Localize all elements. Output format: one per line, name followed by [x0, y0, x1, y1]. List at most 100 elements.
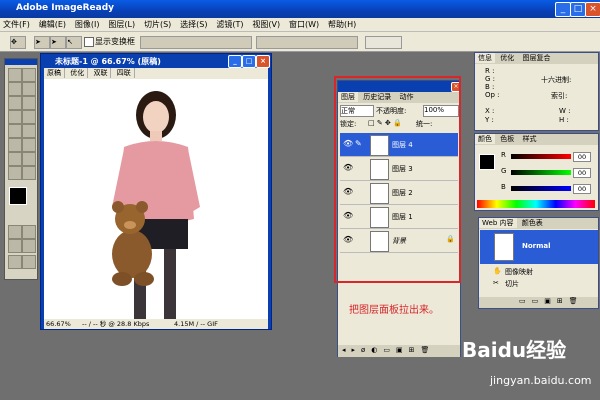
color-panel-tabs: 颜色 色板 样式 — [475, 134, 598, 145]
doc-maximize-button[interactable]: □ — [242, 55, 256, 68]
text-tool-icon[interactable] — [8, 138, 22, 152]
tab-2-up[interactable]: 双联 — [90, 68, 112, 78]
web-content-state: Normal — [522, 242, 551, 250]
jump-to-icon[interactable] — [8, 255, 22, 269]
screen-mode-icon[interactable] — [8, 239, 22, 253]
color-fg-swatch[interactable] — [479, 154, 495, 170]
maximize-button[interactable]: □ — [570, 2, 586, 17]
marquee-tool-icon[interactable] — [8, 68, 22, 82]
close-button[interactable]: × — [585, 2, 600, 17]
app-title: Adobe ImageReady — [16, 3, 115, 13]
eyedropper-tool-icon[interactable] — [8, 152, 22, 166]
tab-4-up[interactable]: 四联 — [114, 68, 135, 78]
tab-web-content[interactable]: Web 内容 — [479, 218, 517, 228]
menu-edit[interactable]: 编辑(E) — [36, 18, 69, 31]
slider-g[interactable] — [511, 170, 571, 175]
doc-close-button[interactable]: × — [256, 55, 270, 68]
menu-filter[interactable]: 滤镜(T) — [213, 18, 246, 31]
watermark-url: jingyan.baidu.com — [490, 374, 592, 387]
menu-bar: 文件(F) 编辑(E) 图像(I) 图层(L) 切片(S) 选择(S) 滤镜(T… — [0, 18, 600, 32]
info-panel-tabs: 信息 优化 图层复合 — [475, 53, 598, 64]
lasso-tool-icon[interactable] — [8, 82, 22, 96]
crop-tool-icon[interactable] — [8, 96, 22, 110]
options-bar: ✥ ➤ ➤ ↖ 显示变换框 — [0, 32, 600, 52]
menu-image[interactable]: 图像(I) — [72, 18, 103, 31]
browser-preview-icon[interactable] — [22, 239, 36, 253]
channel-label-g: G — [501, 167, 507, 175]
move-tool-icon[interactable] — [22, 68, 36, 82]
menu-window[interactable]: 窗口(W) — [286, 18, 322, 31]
annotation-text: 把图层面板拉出来。 — [349, 305, 439, 316]
document-window: 未标题-1 @ 66.67% (原稿) _ □ × 原稿 优化 双联 四联 66… — [40, 53, 272, 330]
web-content-selected-row[interactable]: Normal — [480, 230, 598, 264]
doc-minimize-button[interactable]: _ — [228, 55, 242, 68]
menu-view[interactable]: 视图(V) — [249, 18, 283, 31]
value-r[interactable]: 00 — [573, 152, 591, 162]
document-canvas[interactable] — [44, 79, 268, 319]
move-tool-icon[interactable]: ✥ — [10, 36, 26, 49]
info-label-x: X : — [485, 107, 495, 115]
highlight-box — [334, 76, 461, 283]
index-label: 索引: — [551, 92, 568, 100]
distribute-buttons[interactable] — [256, 36, 358, 49]
show-transform-checkbox[interactable] — [84, 37, 94, 47]
arrow-icon[interactable]: ➤ — [34, 36, 50, 49]
foreground-color-swatch[interactable] — [9, 187, 27, 205]
value-b[interactable]: 00 — [573, 184, 591, 194]
info-panel: 信息 优化 图层复合 R : G : B : Op : 十六进制: 索引: X … — [474, 52, 599, 131]
toggle-tool-icon[interactable] — [22, 166, 36, 180]
app-title-bar: Adobe ImageReady _ □ × — [0, 0, 600, 18]
tab-info[interactable]: 信息 — [475, 53, 495, 63]
menu-slice[interactable]: 切片(S) — [141, 18, 174, 31]
arrow-plus-icon[interactable]: ➤ — [50, 36, 66, 49]
info-label-b: B : — [485, 83, 495, 91]
web-content-thumbnail — [494, 233, 514, 261]
slice-tool-icon[interactable] — [22, 96, 36, 110]
hand-tool-icon[interactable] — [22, 152, 36, 166]
web-item-image-map[interactable]: 图像映射 — [505, 267, 533, 277]
tab-swatches[interactable]: 色板 — [497, 134, 517, 144]
image-map-tool-icon[interactable] — [8, 225, 22, 239]
options-dropdown[interactable] — [365, 36, 402, 49]
zoom-tool-icon[interactable] — [8, 166, 22, 180]
eraser-tool-icon[interactable] — [8, 124, 22, 138]
minimize-button[interactable]: _ — [555, 2, 571, 17]
menu-layer[interactable]: 图层(L) — [105, 18, 138, 31]
preview-tool-icon[interactable] — [22, 225, 36, 239]
info-label-r: R : — [485, 67, 495, 75]
layer-action-icons[interactable]: ◂▸ø◐▭▣⊞🗑 — [342, 346, 435, 354]
bucket-tool-icon[interactable] — [22, 124, 36, 138]
web-item-slice[interactable]: 切片 — [505, 279, 519, 289]
slider-r[interactable] — [511, 154, 571, 159]
zoom-level[interactable]: 66.67% — [46, 319, 71, 329]
info-label-op: Op : — [485, 91, 500, 99]
show-transform-label: 显示变换框 — [95, 37, 135, 46]
wand-tool-icon[interactable] — [22, 82, 36, 96]
menu-select[interactable]: 选择(S) — [177, 18, 210, 31]
tab-layer-comps[interactable]: 图层复合 — [519, 53, 553, 63]
web-content-panel: Web 内容 颜色表 Normal ✋ 图像映射 ✂ 切片 ▭▭▣⊞🗑 — [478, 217, 599, 309]
pointer-icon[interactable]: ↖ — [66, 36, 82, 49]
web-action-icons[interactable]: ▭▭▣⊞🗑 — [519, 297, 584, 305]
channel-label-r: R — [501, 151, 506, 159]
web-panel-footer: ▭▭▣⊞🗑 — [479, 297, 598, 308]
pencil-tool-icon[interactable] — [22, 110, 36, 124]
tab-optimize[interactable]: 优化 — [497, 53, 517, 63]
color-spectrum-bar[interactable] — [477, 200, 595, 208]
tab-styles[interactable]: 样式 — [519, 134, 539, 144]
shape-tool-icon[interactable] — [22, 138, 36, 152]
value-g[interactable]: 00 — [573, 168, 591, 178]
brush-tool-icon[interactable] — [8, 110, 22, 124]
menu-file[interactable]: 文件(F) — [0, 18, 33, 31]
tab-original[interactable]: 原稿 — [44, 68, 65, 78]
tab-color-table[interactable]: 颜色表 — [519, 218, 546, 228]
download-speed: -- / -- 秒 @ 28.8 Kbps — [82, 320, 150, 328]
file-size: 4.15M / -- GIF — [174, 320, 218, 328]
image-map-icon: ✋ — [493, 267, 502, 275]
tab-color[interactable]: 颜色 — [475, 134, 495, 144]
tab-optimized[interactable]: 优化 — [67, 68, 89, 78]
slice-visibility-icon[interactable] — [22, 255, 36, 269]
slider-b[interactable] — [511, 186, 571, 191]
menu-help[interactable]: 帮助(H) — [325, 18, 359, 31]
align-buttons[interactable] — [140, 36, 252, 49]
